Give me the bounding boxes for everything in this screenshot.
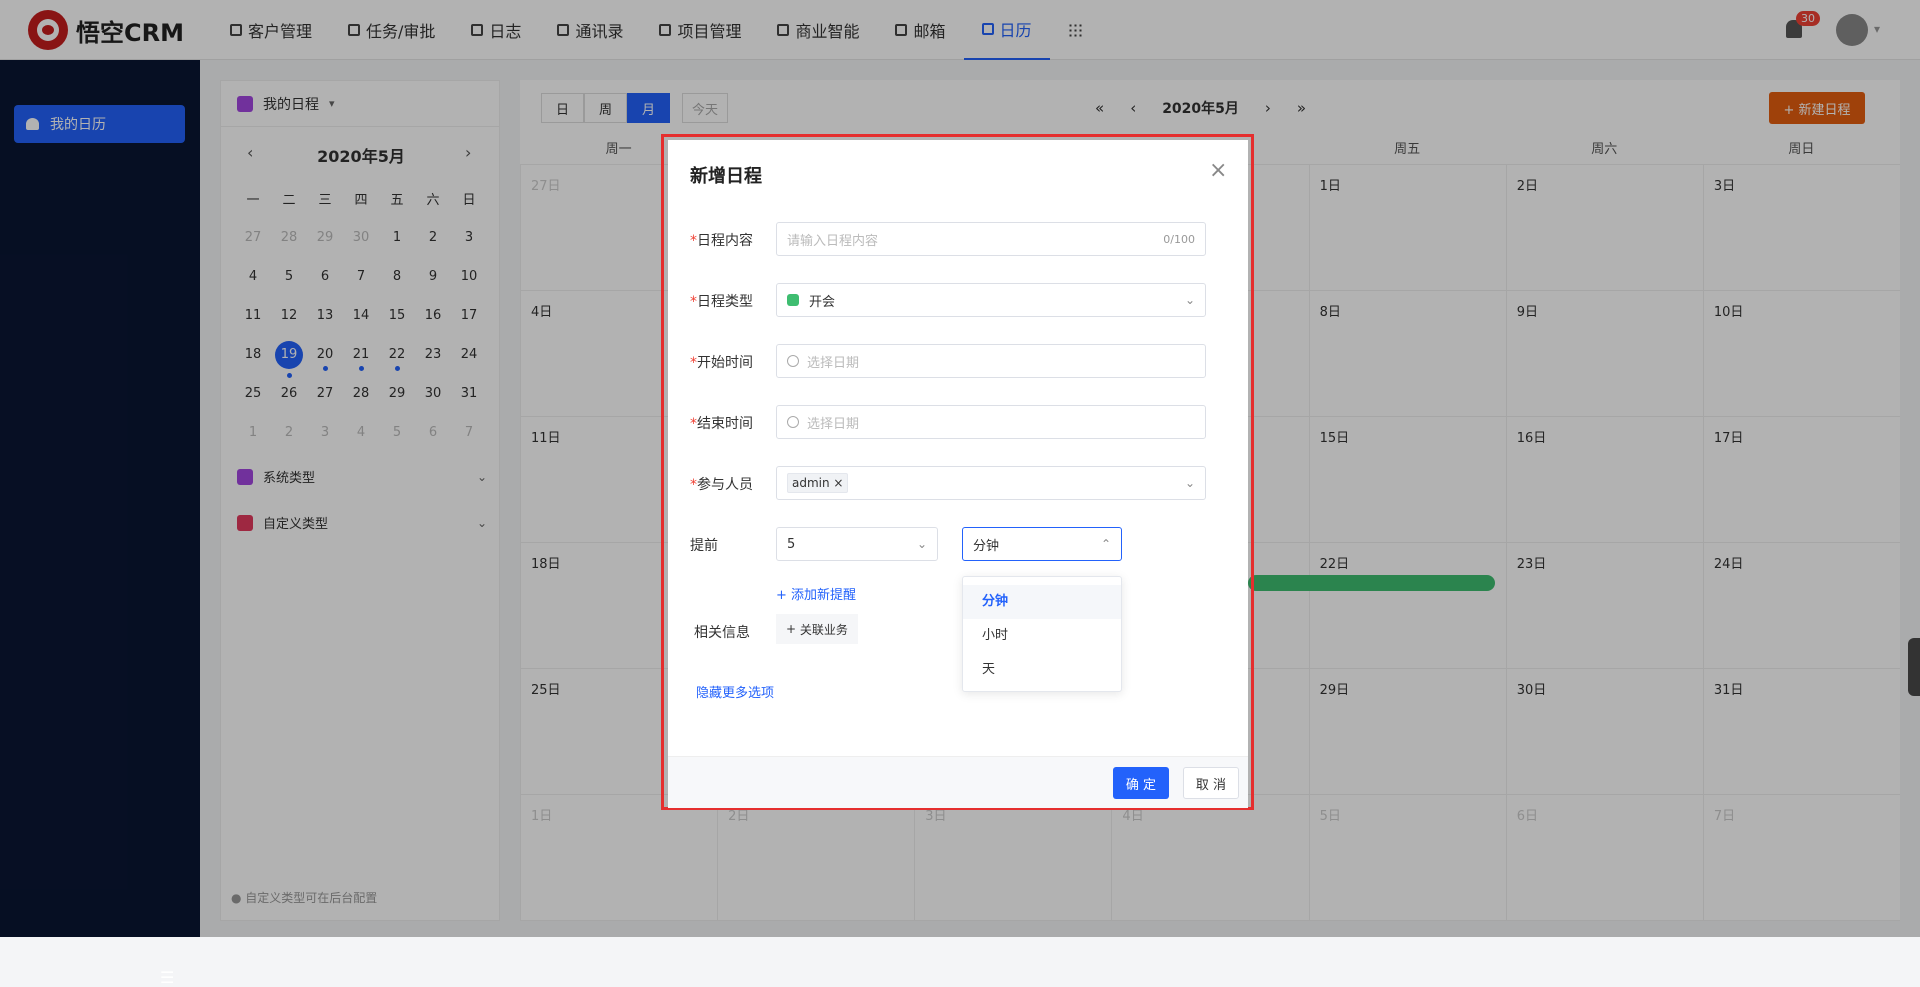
end-label: *结束时间 [690,416,753,432]
content-count: 0/100 [1163,232,1195,246]
link-business-label: 关联业务 [799,622,848,637]
end-date-input[interactable]: 选择日期 [776,405,1206,439]
remind-amount-select[interactable]: 5 ⌄ [776,527,938,561]
type-label: *日程类型 [690,294,753,310]
start-row: *开始时间 选择日期 [690,344,1220,378]
content-label: *日程内容 [690,233,753,249]
hide-more-options-link[interactable]: 隐藏更多选项 [696,682,774,701]
participant-tag[interactable]: admin × [787,473,849,493]
dialog-footer: 确 定 取 消 [668,756,1248,808]
link-business-button[interactable]: + 关联业务 [776,614,858,644]
participants-row: *参与人员 admin × ⌄ [690,466,1220,500]
chevron-down-icon: ⌄ [1184,476,1195,490]
option-minute[interactable]: 分钟 [963,585,1121,619]
collapse-menu-icon[interactable]: ☰ [160,968,174,987]
related-label: 相关信息 [694,625,750,641]
remind-unit-dropdown: 分钟 小时 天 [962,576,1122,692]
chevron-down-icon: ⌄ [916,537,927,551]
content-input[interactable]: 请输入日程内容 0/100 [776,222,1206,256]
clock-icon [787,416,799,428]
side-scroll-handle[interactable] [1908,638,1920,696]
type-color-icon [787,294,799,306]
clock-icon [787,355,799,367]
participants-label: *参与人员 [690,477,753,493]
plus-icon: + [786,622,800,636]
new-schedule-dialog: 新增日程 × *日程内容 请输入日程内容 0/100 *日程类型 开会 ⌄ *开始时… [668,140,1248,808]
remind-label: 提前 [690,538,718,554]
start-label: *开始时间 [690,355,753,371]
type-select[interactable]: 开会 ⌄ [776,283,1206,317]
dialog-title: 新增日程 [690,166,762,187]
remind-unit-select[interactable]: 分钟 ⌃ [962,527,1122,561]
option-hour[interactable]: 小时 [963,619,1121,653]
chevron-up-icon: ⌃ [1100,537,1111,551]
start-placeholder: 选择日期 [807,355,860,371]
end-row: *结束时间 选择日期 [690,405,1220,439]
remind-unit-value: 分钟 [973,538,1000,554]
participants-select[interactable]: admin × ⌄ [776,466,1206,500]
start-date-input[interactable]: 选择日期 [776,344,1206,378]
close-icon[interactable]: × [1209,158,1227,183]
add-remind-link[interactable]: + 添加新提醒 [776,584,856,603]
chevron-down-icon: ⌄ [1184,293,1195,307]
option-day[interactable]: 天 [963,653,1121,687]
content-placeholder: 请输入日程内容 [787,233,879,249]
confirm-button[interactable]: 确 定 [1113,767,1169,799]
type-row: *日程类型 开会 ⌄ [690,283,1220,317]
cancel-button[interactable]: 取 消 [1183,767,1239,799]
remind-row: 提前 5 ⌄ 分钟 ⌃ [690,527,1220,561]
content-row: *日程内容 请输入日程内容 0/100 [690,222,1220,256]
remind-amount-value: 5 [787,536,796,552]
end-placeholder: 选择日期 [807,416,860,432]
type-value: 开会 [809,294,836,310]
